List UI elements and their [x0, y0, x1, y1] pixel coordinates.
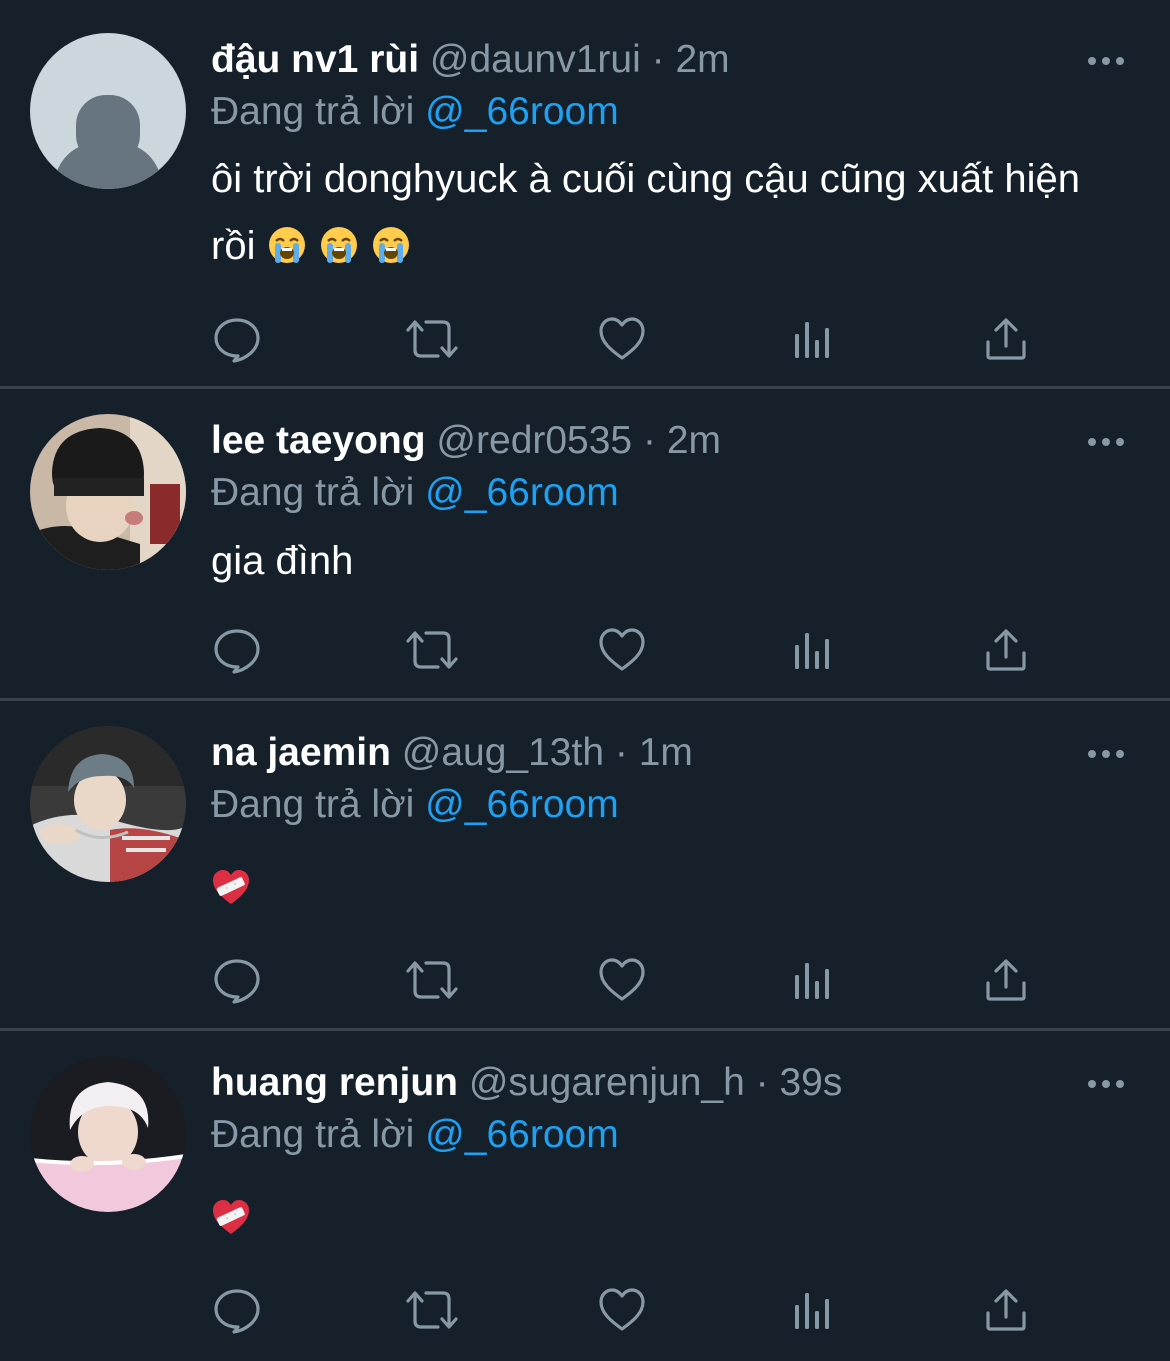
- tweet[interactable]: lee taeyong @redr0535 · 2m Đang trả lời …: [0, 389, 1170, 701]
- avatar[interactable]: [30, 726, 186, 882]
- separator: ·: [651, 38, 665, 81]
- reply-mention-link[interactable]: @_66room: [425, 90, 619, 133]
- action-bar: [212, 314, 1062, 364]
- tweet-header: na jaemin @aug_13th · 1m: [211, 728, 693, 778]
- separator: ·: [755, 1061, 769, 1104]
- tweet-header: đậu nv1 rùi @daunv1rui · 2m: [211, 35, 730, 85]
- tweet-text: [211, 855, 1111, 922]
- timestamp[interactable]: 2m: [667, 419, 721, 462]
- action-bar: [212, 625, 1062, 675]
- tweet[interactable]: đậu nv1 rùi @daunv1rui · 2m Đang trả lời…: [0, 0, 1170, 389]
- tweet-text: [211, 1185, 1111, 1252]
- reply-mention-link[interactable]: @_66room: [425, 1113, 619, 1156]
- retweet-icon[interactable]: [402, 1285, 462, 1335]
- analytics-icon[interactable]: [792, 625, 842, 675]
- reply-context: Đang trả lời @_66room: [211, 780, 619, 830]
- display-name[interactable]: lee taeyong: [211, 419, 426, 462]
- default-avatar-icon: [30, 33, 186, 189]
- analytics-icon[interactable]: [792, 314, 842, 364]
- share-icon[interactable]: [982, 1285, 1032, 1335]
- timestamp[interactable]: 2m: [675, 38, 729, 81]
- profile-photo-icon: [30, 414, 186, 570]
- like-icon[interactable]: [597, 955, 647, 1005]
- reply-mention-link[interactable]: @_66room: [425, 471, 619, 514]
- mending-heart-icon: [213, 870, 249, 904]
- reply-prefix: Đang trả lời: [211, 90, 415, 133]
- profile-photo-icon: [30, 726, 186, 882]
- display-name[interactable]: huang renjun: [211, 1061, 458, 1104]
- username-handle[interactable]: @daunv1rui: [430, 38, 641, 81]
- more-options-icon[interactable]: [1086, 51, 1126, 71]
- retweet-icon[interactable]: [402, 314, 462, 364]
- tweet-text: ôi trời donghyuck à cuối cùng cậu cũng x…: [211, 146, 1111, 280]
- avatar[interactable]: [30, 414, 186, 570]
- username-handle[interactable]: @redr0535: [436, 419, 632, 462]
- like-icon[interactable]: [597, 314, 647, 364]
- share-icon[interactable]: [982, 625, 1032, 675]
- reply-mention-link[interactable]: @_66room: [425, 783, 619, 826]
- reply-context: Đang trả lời @_66room: [211, 468, 619, 518]
- loudly-crying-face-icon: [268, 227, 305, 263]
- retweet-icon[interactable]: [402, 625, 462, 675]
- timestamp[interactable]: 1m: [639, 731, 693, 774]
- loudly-crying-face-icon: [372, 227, 409, 263]
- profile-photo-icon: [30, 1056, 186, 1212]
- username-handle[interactable]: @aug_13th: [402, 731, 604, 774]
- display-name[interactable]: đậu nv1 rùi: [211, 38, 419, 81]
- tweet-header: lee taeyong @redr0535 · 2m: [211, 416, 721, 466]
- tweet[interactable]: huang renjun @sugarenjun_h · 39s Đang tr…: [0, 1031, 1170, 1361]
- reply-icon[interactable]: [212, 314, 262, 364]
- emoji-group: [267, 224, 411, 268]
- tweet-text-content: gia đình: [211, 539, 354, 583]
- reply-prefix: Đang trả lời: [211, 471, 415, 514]
- username-handle[interactable]: @sugarenjun_h: [469, 1061, 745, 1104]
- retweet-icon[interactable]: [402, 955, 462, 1005]
- reply-icon[interactable]: [212, 955, 262, 1005]
- analytics-icon[interactable]: [792, 1285, 842, 1335]
- reply-prefix: Đang trả lời: [211, 783, 415, 826]
- share-icon[interactable]: [982, 955, 1032, 1005]
- separator: ·: [614, 731, 628, 774]
- more-options-icon[interactable]: [1086, 744, 1126, 764]
- reply-prefix: Đang trả lời: [211, 1113, 415, 1156]
- tweet-header: huang renjun @sugarenjun_h · 39s: [211, 1058, 842, 1108]
- reply-context: Đang trả lời @_66room: [211, 1110, 619, 1160]
- avatar[interactable]: [30, 33, 186, 189]
- avatar[interactable]: [30, 1056, 186, 1212]
- loudly-crying-face-icon: [320, 227, 357, 263]
- more-options-icon[interactable]: [1086, 432, 1126, 452]
- reply-icon[interactable]: [212, 625, 262, 675]
- more-options-icon[interactable]: [1086, 1074, 1126, 1094]
- reply-icon[interactable]: [212, 1285, 262, 1335]
- action-bar: [212, 1285, 1062, 1335]
- separator: ·: [642, 419, 656, 462]
- reply-context: Đang trả lời @_66room: [211, 87, 619, 137]
- like-icon[interactable]: [597, 625, 647, 675]
- analytics-icon[interactable]: [792, 955, 842, 1005]
- display-name[interactable]: na jaemin: [211, 731, 391, 774]
- share-icon[interactable]: [982, 314, 1032, 364]
- mending-heart-icon: [213, 1200, 249, 1234]
- action-bar: [212, 955, 1062, 1005]
- timestamp[interactable]: 39s: [779, 1061, 842, 1104]
- tweet-text: gia đình: [211, 528, 1111, 595]
- like-icon[interactable]: [597, 1285, 647, 1335]
- tweet[interactable]: na jaemin @aug_13th · 1m Đang trả lời @_…: [0, 701, 1170, 1031]
